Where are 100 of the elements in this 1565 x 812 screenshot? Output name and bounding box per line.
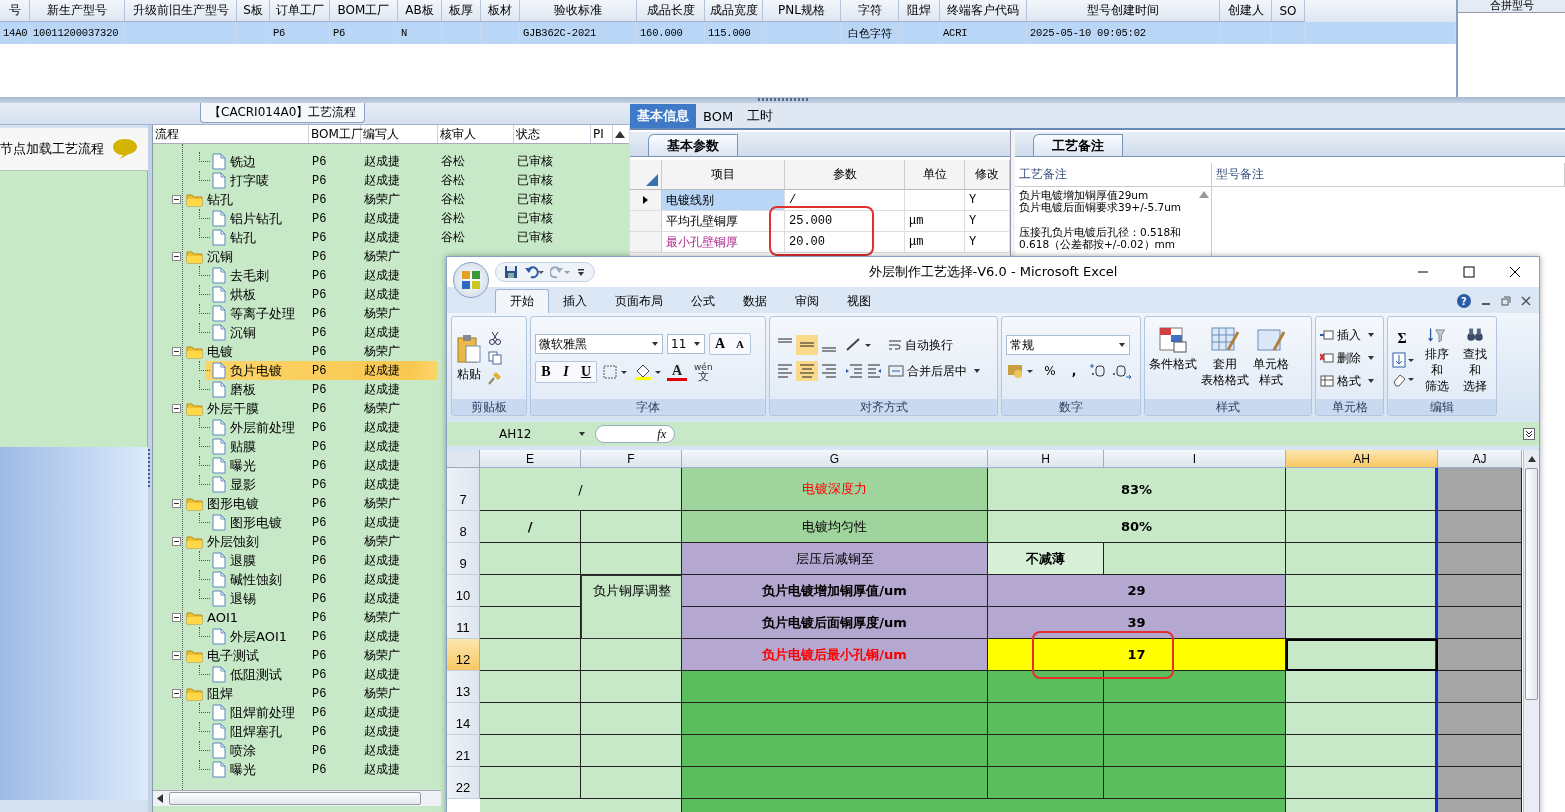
row-indicator[interactable] xyxy=(630,190,662,210)
tree-row[interactable]: 铝片钻孔 P6 赵成捷 xyxy=(153,209,438,228)
tab[interactable]: BOM xyxy=(696,104,741,128)
scroll-up-icon[interactable] xyxy=(615,131,625,138)
spreadsheet-cell[interactable]: 负片电镀增加铜厚值/um xyxy=(682,575,988,607)
tree-row[interactable]: 退膜 P6 赵成捷 xyxy=(153,551,438,570)
splitter-grip[interactable] xyxy=(757,98,808,101)
tree-row[interactable]: 碱性蚀刻 P6 赵成捷 xyxy=(153,570,438,589)
phonetic-button[interactable]: wén 文 xyxy=(691,361,716,383)
copy-icon[interactable] xyxy=(488,351,502,365)
bold-button[interactable]: B xyxy=(536,362,556,382)
comma-style-button[interactable]: , xyxy=(1064,361,1084,381)
column-header[interactable]: G xyxy=(682,450,988,468)
tree-row[interactable]: 图形电镀 P6 杨荣广 xyxy=(153,494,438,513)
spreadsheet-cell[interactable] xyxy=(1438,511,1522,543)
column-header[interactable]: 核审人 xyxy=(438,125,514,143)
row-header[interactable]: 8 xyxy=(447,511,480,543)
spreadsheet-cell[interactable] xyxy=(581,767,682,799)
shrink-font-button[interactable]: A xyxy=(730,334,750,354)
spreadsheet-cell[interactable] xyxy=(581,671,682,703)
tree-row[interactable]: 去毛刺 P6 赵成捷 xyxy=(153,266,438,285)
column-header[interactable]: 项目 xyxy=(662,160,785,189)
save-icon[interactable] xyxy=(504,265,518,279)
spreadsheet-cell[interactable] xyxy=(1286,735,1438,767)
spreadsheet-cell[interactable] xyxy=(581,735,682,767)
cells-button[interactable]: 插入 xyxy=(1320,325,1378,345)
row-header[interactable]: 10 xyxy=(447,575,480,607)
spreadsheet-cell[interactable] xyxy=(480,575,581,607)
column-header[interactable]: 流程 xyxy=(153,125,309,143)
panel-tab[interactable]: 工艺备注 xyxy=(1033,134,1123,156)
tree-row[interactable]: 阻焊塞孔 P6 赵成捷 xyxy=(153,722,438,741)
spreadsheet-cell[interactable] xyxy=(682,671,988,703)
tree-row[interactable]: 阻焊前处理 P6 赵成捷 xyxy=(153,703,438,722)
tree-row[interactable]: 等离子处理 P6 杨荣广 xyxy=(153,304,438,323)
row-header[interactable]: 7 xyxy=(447,468,480,511)
spreadsheet-cell[interactable] xyxy=(1438,639,1522,671)
spreadsheet-cell[interactable] xyxy=(682,799,1286,812)
fill-color-icon[interactable] xyxy=(633,363,663,381)
spreadsheet-cell[interactable] xyxy=(581,703,682,735)
tree-row[interactable]: 钻孔 P6 杨荣广 xyxy=(153,190,438,209)
spreadsheet-cell[interactable] xyxy=(1286,468,1438,511)
help-button[interactable]: ? xyxy=(1457,294,1471,308)
tree-row[interactable]: 喷涂 P6 赵成捷 xyxy=(153,741,438,760)
row-header[interactable]: 22 xyxy=(447,767,480,799)
table-row[interactable]: 14A0 10011200037320 P6 P6 N GJB362C-2021 160.000 115.000 白色字符 ACRI 2025-05-10 09:05:02 xyxy=(0,22,1456,44)
row-header[interactable]: 13 xyxy=(447,671,480,703)
spreadsheet-cell[interactable]: 29 xyxy=(988,575,1286,607)
tree-row[interactable]: 退锡 P6 赵成捷 xyxy=(153,589,438,608)
collapse-icon[interactable] xyxy=(172,689,181,698)
spreadsheet-cell[interactable]: 17 xyxy=(988,639,1286,671)
spreadsheet-cell[interactable] xyxy=(581,543,682,575)
spreadsheet-cell[interactable] xyxy=(1104,703,1286,735)
autosum-button[interactable]: Σ xyxy=(1392,329,1412,349)
scissors-icon[interactable] xyxy=(488,331,502,345)
tree-row[interactable]: 低阻测试 P6 赵成捷 xyxy=(153,665,438,684)
editing-button[interactable]: 查找和 选择 xyxy=(1458,322,1492,394)
expand-formula-icon[interactable] xyxy=(1523,428,1535,440)
spreadsheet-cell[interactable] xyxy=(1286,671,1438,703)
column-header[interactable]: 状态 xyxy=(514,125,591,143)
spreadsheet-cell[interactable] xyxy=(1286,767,1438,799)
row-header[interactable]: 21 xyxy=(447,735,480,767)
column-header[interactable]: AJ xyxy=(1438,450,1522,468)
tree-row[interactable]: 烘板 P6 赵成捷 xyxy=(153,285,438,304)
scrollbar-thumb[interactable] xyxy=(1525,468,1538,700)
scroll-left-icon[interactable] xyxy=(157,794,163,803)
column-header[interactable]: 工艺备注 xyxy=(1015,163,1212,186)
close-icon[interactable] xyxy=(1521,296,1531,306)
spreadsheet-cell[interactable] xyxy=(1286,639,1438,671)
spreadsheet-cell[interactable] xyxy=(1438,575,1522,607)
currency-icon[interactable] xyxy=(1006,362,1036,380)
column-header[interactable]: I xyxy=(1104,450,1286,468)
panel-tab[interactable]: 基本参数 xyxy=(648,134,738,156)
spreadsheet-cell[interactable] xyxy=(682,703,988,735)
italic-button[interactable]: I xyxy=(556,362,576,382)
column-header[interactable]: 编写人 xyxy=(361,125,438,143)
underline-button[interactable]: U xyxy=(576,362,596,382)
spreadsheet-cell[interactable] xyxy=(480,735,581,767)
undo-icon[interactable] xyxy=(524,265,544,279)
tree-row[interactable]: 磨板 P6 赵成捷 xyxy=(153,380,438,399)
percent-button[interactable]: % xyxy=(1040,361,1060,381)
tree-row[interactable]: 铣边 P6 赵成捷 xyxy=(153,152,438,171)
font-name-field[interactable]: 微软雅黑 xyxy=(535,334,663,354)
spreadsheet-cell[interactable] xyxy=(988,703,1104,735)
tree-row[interactable]: 显影 P6 赵成捷 xyxy=(153,475,438,494)
cells-button[interactable]: 删除 xyxy=(1320,348,1378,368)
spreadsheet-cell[interactable] xyxy=(1286,575,1438,607)
fill-down-icon[interactable] xyxy=(1392,352,1416,368)
tree-row[interactable]: 外层前处理 P6 赵成捷 xyxy=(153,418,438,437)
spreadsheet-cell[interactable] xyxy=(581,639,682,671)
grow-font-button[interactable]: A xyxy=(710,334,730,354)
spreadsheet-cell[interactable] xyxy=(1438,468,1522,511)
vertical-scrollbar[interactable] xyxy=(1523,450,1539,812)
spreadsheet-cell[interactable] xyxy=(1286,799,1438,812)
scroll-up-icon[interactable] xyxy=(1527,456,1536,462)
spreadsheet-cell[interactable] xyxy=(682,735,988,767)
collapse-icon[interactable] xyxy=(172,347,181,356)
spreadsheet-cell[interactable] xyxy=(480,639,581,671)
editing-button[interactable]: 排序和 筛选 xyxy=(1420,322,1454,394)
tree-row[interactable]: 外层蚀刻 P6 杨荣广 xyxy=(153,532,438,551)
column-header[interactable]: AH xyxy=(1286,450,1438,468)
